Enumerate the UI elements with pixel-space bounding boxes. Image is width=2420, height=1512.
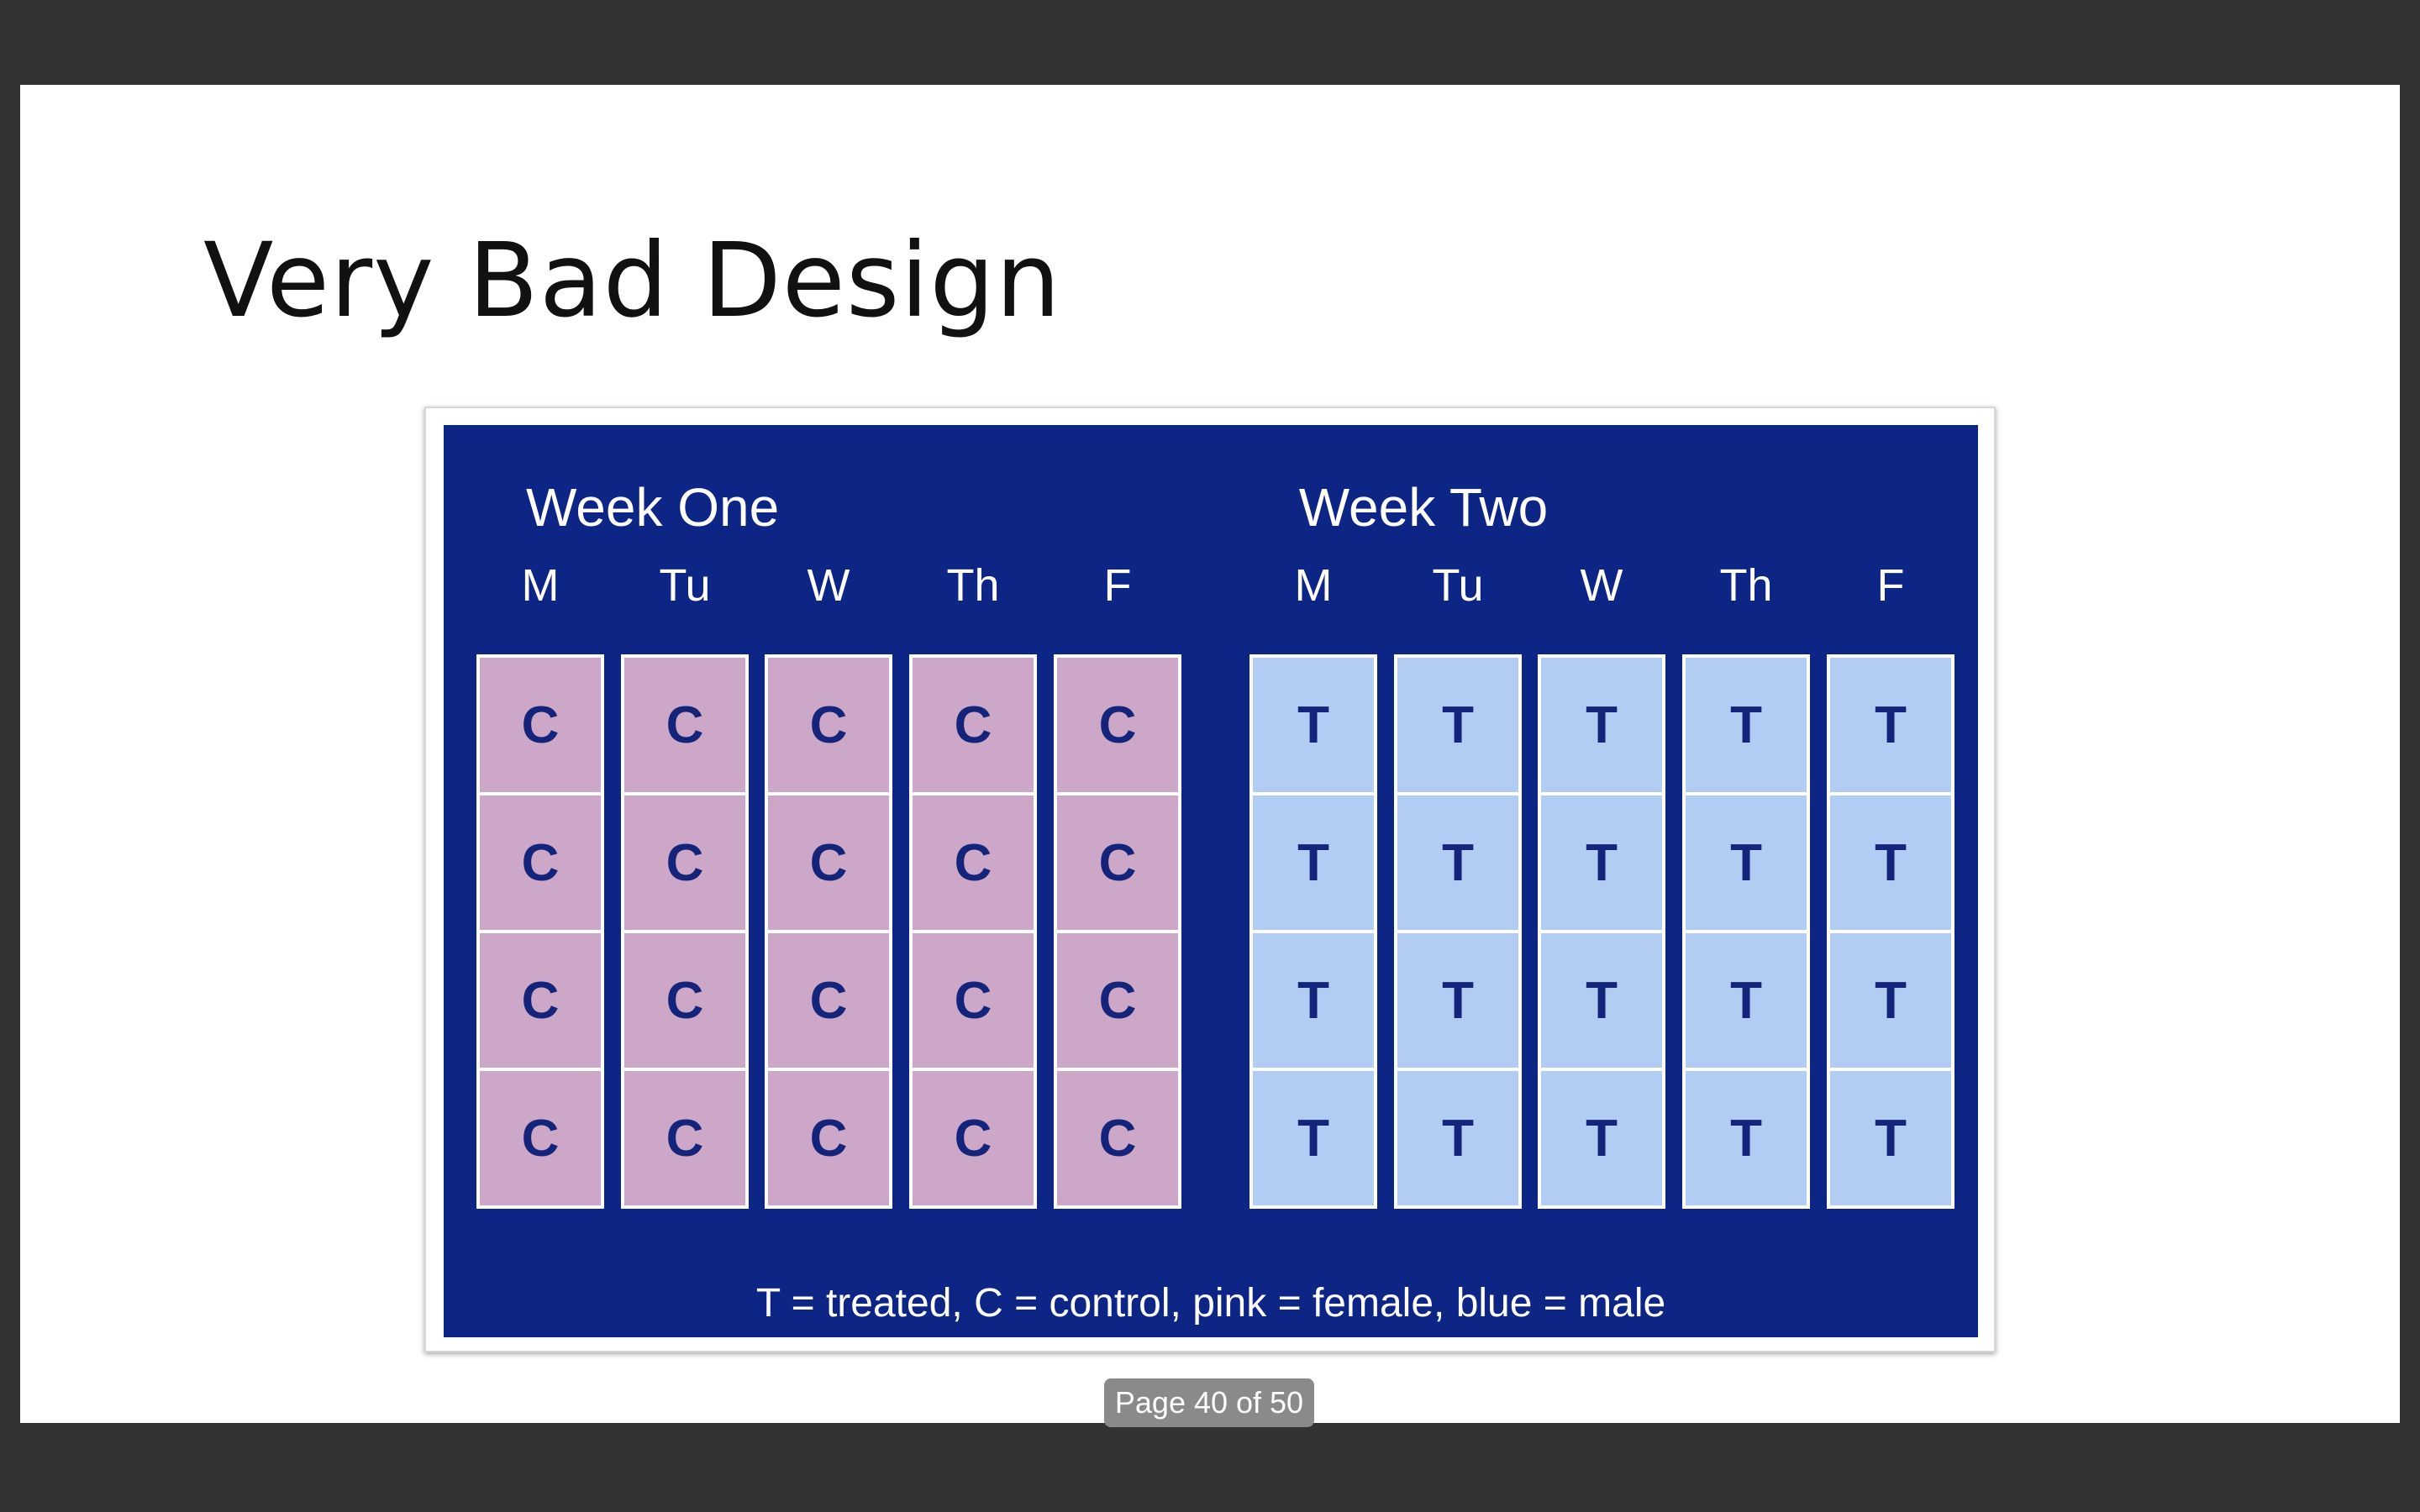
treated-cell: T (1253, 658, 1374, 792)
control-cell: C (1057, 658, 1178, 792)
week-one-day-label: Tu (659, 560, 711, 611)
slide-page: Very Bad Design Week One M Tu W Th F C C… (20, 85, 2400, 1423)
week-two-day-label: Th (1719, 560, 1773, 611)
control-cell: C (1057, 795, 1178, 930)
week-two-day-column: T T T T (1394, 654, 1522, 1209)
control-cell: C (768, 658, 889, 792)
control-cell: C (768, 795, 889, 930)
control-cell: C (624, 933, 745, 1068)
week-two-day-column: T T T T (1682, 654, 1810, 1209)
control-cell: C (480, 658, 601, 792)
week-two-day-label: F (1876, 560, 1905, 611)
control-cell: C (1057, 933, 1178, 1068)
treated-cell: T (1830, 795, 1951, 930)
treated-cell: T (1686, 658, 1807, 792)
control-cell: C (913, 1071, 1034, 1205)
control-cell: C (768, 1071, 889, 1205)
page-indicator: Page 40 of 50 (1104, 1378, 1314, 1427)
week-two-title: Week Two (1298, 477, 1549, 538)
slide-title: Very Bad Design (203, 221, 1062, 340)
treated-cell: T (1397, 1071, 1518, 1205)
treated-cell: T (1253, 795, 1374, 930)
control-cell: C (480, 795, 601, 930)
treated-cell: T (1253, 933, 1374, 1068)
treated-cell: T (1686, 795, 1807, 930)
control-cell: C (768, 933, 889, 1068)
treated-cell: T (1397, 933, 1518, 1068)
control-cell: C (913, 658, 1034, 792)
treated-cell: T (1541, 658, 1662, 792)
treated-cell: T (1541, 933, 1662, 1068)
week-one-day-label: Th (946, 560, 1000, 611)
week-one-day-column: C C C C (765, 654, 892, 1209)
week-two-day-label: Tu (1432, 560, 1484, 611)
treated-cell: T (1686, 1071, 1807, 1205)
week-two-day-column: T T T T (1249, 654, 1377, 1209)
treated-cell: T (1253, 1071, 1374, 1205)
treated-cell: T (1830, 658, 1951, 792)
pdf-viewer: Very Bad Design Week One M Tu W Th F C C… (0, 0, 2420, 1512)
experiment-design-figure: Week One M Tu W Th F C C C C C C C C C C… (444, 425, 1978, 1337)
treated-cell: T (1830, 933, 1951, 1068)
week-two-day-column: T T T T (1827, 654, 1954, 1209)
week-one-day-label: F (1103, 560, 1132, 611)
treated-cell: T (1397, 658, 1518, 792)
week-one-day-column: C C C C (621, 654, 749, 1209)
week-one-day-column: C C C C (909, 654, 1037, 1209)
control-cell: C (1057, 1071, 1178, 1205)
figure-legend: T = treated, C = control, pink = female,… (755, 1281, 1666, 1326)
week-one-day-label: W (807, 560, 850, 611)
treated-cell: T (1541, 795, 1662, 930)
control-cell: C (480, 933, 601, 1068)
week-one-day-label: M (521, 560, 560, 611)
control-cell: C (624, 658, 745, 792)
treated-cell: T (1686, 933, 1807, 1068)
treated-cell: T (1830, 1071, 1951, 1205)
control-cell: C (913, 795, 1034, 930)
week-two-day-column: T T T T (1538, 654, 1665, 1209)
week-two-day-label: W (1580, 560, 1623, 611)
treated-cell: T (1541, 1071, 1662, 1205)
treated-cell: T (1397, 795, 1518, 930)
week-one-day-column: C C C C (476, 654, 604, 1209)
control-cell: C (480, 1071, 601, 1205)
week-two-day-label: M (1294, 560, 1333, 611)
week-one-day-column: C C C C (1054, 654, 1181, 1209)
experiment-figure-frame: Week One M Tu W Th F C C C C C C C C C C… (424, 407, 1996, 1352)
week-one-title: Week One (526, 477, 780, 538)
control-cell: C (913, 933, 1034, 1068)
control-cell: C (624, 1071, 745, 1205)
control-cell: C (624, 795, 745, 930)
